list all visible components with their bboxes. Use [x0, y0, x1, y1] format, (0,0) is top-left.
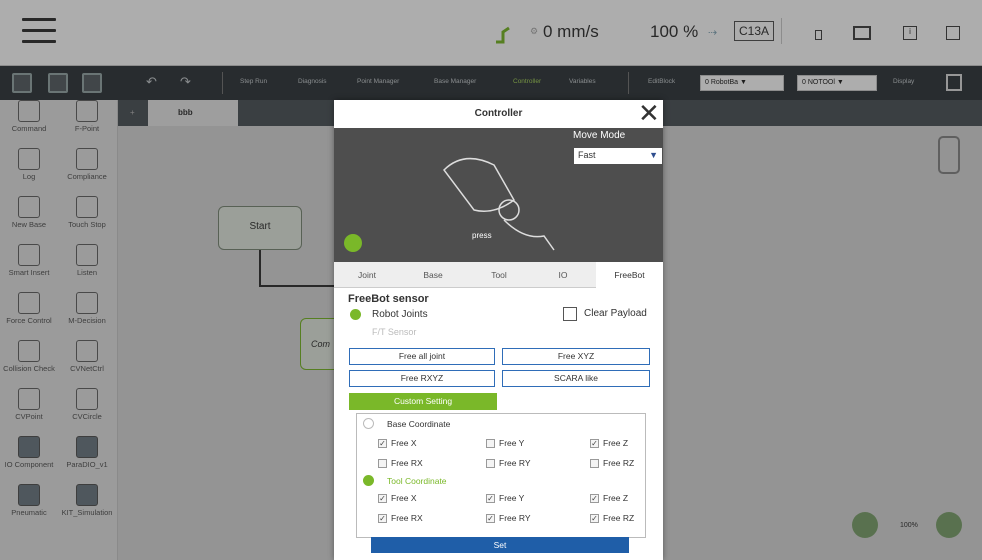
tool-check-free-x[interactable]: ✓ Free X [378, 493, 417, 504]
checkbox-label: Free RZ [603, 513, 635, 523]
checkbox-icon: ✓ [590, 439, 599, 449]
tool-check-free-ry[interactable]: ✓ Free RY [486, 513, 531, 524]
checkbox-icon: ✓ [486, 514, 495, 524]
checkbox-label: Free Z [603, 493, 629, 503]
set-button[interactable]: Set [371, 537, 629, 553]
checkbox-icon [378, 459, 387, 469]
tab-base[interactable]: Base [400, 262, 466, 288]
checkbox-icon: ✓ [378, 514, 387, 524]
checkbox-icon: ✓ [590, 494, 599, 504]
clear-payload-label: Clear Payload [584, 308, 647, 319]
checkbox-label: Free Y [499, 438, 525, 448]
tool-coordinate-label: Tool Coordinate [387, 476, 447, 486]
tool-check-free-rz[interactable]: ✓ Free RZ [590, 513, 635, 524]
base-coordinate-label: Base Coordinate [387, 419, 451, 429]
move-mode-dropdown[interactable]: Fast ▼ [574, 148, 662, 164]
checkbox-label: Free RX [391, 513, 423, 523]
robot-hand-illustration [443, 157, 555, 251]
checkbox-icon: ✓ [378, 439, 387, 449]
checkbox-icon: ✓ [590, 514, 599, 524]
clear-payload-checkbox[interactable] [563, 307, 577, 321]
checkbox-label: Free X [391, 493, 417, 503]
tab-joint[interactable]: Joint [334, 262, 400, 288]
checkbox-label: Free Y [499, 493, 525, 503]
base-check-free-ry[interactable]: Free RY [486, 458, 531, 469]
base-check-free-rx[interactable]: Free RX [378, 458, 423, 469]
dialog-tabs: Joint Base Tool IO FreeBot [334, 262, 663, 288]
tool-check-free-y[interactable]: ✓ Free Y [486, 493, 525, 504]
tab-freebot[interactable]: FreeBot [596, 262, 663, 288]
scara-like-button[interactable]: SCARA like [502, 370, 650, 387]
checkbox-icon [486, 459, 495, 469]
move-mode-value: Fast [578, 150, 596, 160]
tool-check-free-rx[interactable]: ✓ Free RX [378, 513, 423, 524]
checkbox-label: Free RY [499, 513, 531, 523]
chevron-down-icon: ▼ [649, 150, 658, 160]
ft-sensor-label: F/T Sensor [372, 327, 417, 337]
checkbox-label: Free Z [603, 438, 629, 448]
controller-dialog: Controller ✕ press Move Mode Fast ▼ Joint… [334, 100, 663, 560]
base-check-free-z[interactable]: ✓ Free Z [590, 438, 629, 449]
checkbox-label: Free RX [391, 458, 423, 468]
tool-coordinate-radio[interactable] [363, 475, 374, 486]
free-all-joint-button[interactable]: Free all joint [349, 348, 495, 365]
base-coordinate-radio[interactable] [363, 418, 374, 429]
close-icon[interactable]: ✕ [638, 100, 660, 126]
checkbox-label: Free X [391, 438, 417, 448]
dialog-title: Controller [474, 108, 523, 119]
checkbox-label: Free RZ [603, 458, 635, 468]
tab-io[interactable]: IO [532, 262, 594, 288]
base-check-free-x[interactable]: ✓ Free X [378, 438, 417, 449]
base-check-free-rz[interactable]: Free RZ [590, 458, 635, 469]
checkbox-label: Free RY [499, 458, 531, 468]
freebot-indicator-icon [344, 234, 362, 252]
robot-joints-label: Robot Joints [372, 309, 428, 320]
move-mode-label: Move Mode [573, 130, 626, 141]
freebot-illustration: press Move Mode Fast ▼ [334, 128, 663, 262]
free-rxyz-button[interactable]: Free RXYZ [349, 370, 495, 387]
checkbox-icon [486, 439, 495, 449]
free-xyz-button[interactable]: Free XYZ [502, 348, 650, 365]
press-label: press [472, 231, 492, 240]
robot-joints-radio[interactable] [350, 309, 361, 320]
custom-setting-button[interactable]: Custom Setting [349, 393, 497, 410]
section-title: FreeBot sensor [348, 293, 429, 305]
tool-check-free-z[interactable]: ✓ Free Z [590, 493, 629, 504]
base-check-free-y[interactable]: Free Y [486, 438, 525, 449]
tab-tool[interactable]: Tool [466, 262, 532, 288]
checkbox-icon: ✓ [486, 494, 495, 504]
checkbox-icon: ✓ [378, 494, 387, 504]
checkbox-icon [590, 459, 599, 469]
